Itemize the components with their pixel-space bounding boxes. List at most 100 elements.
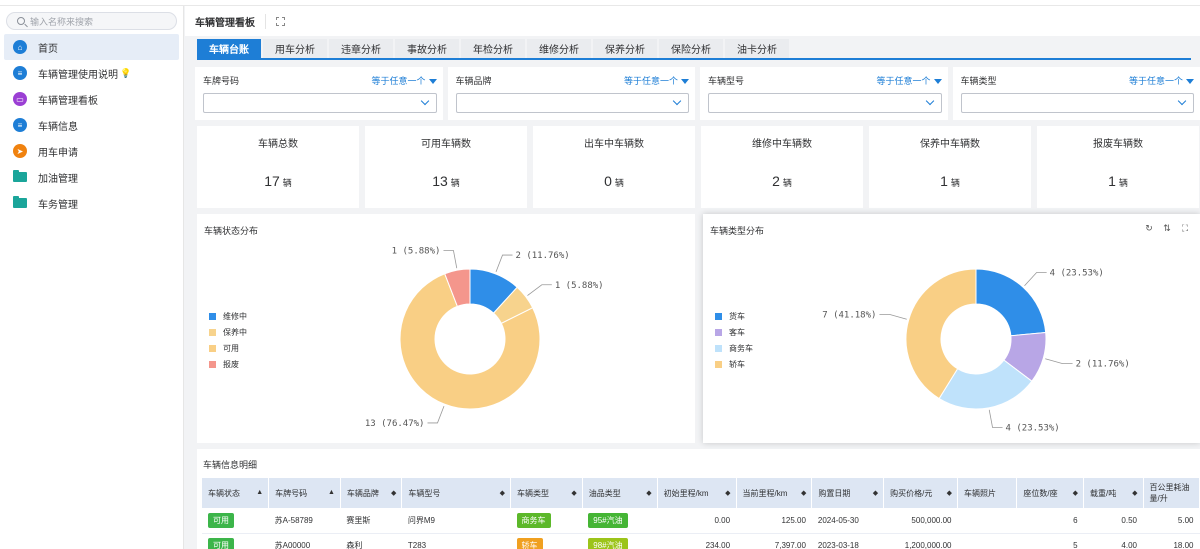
column-header[interactable]: 车牌号码 ▲	[268, 478, 341, 508]
column-header[interactable]: 百公里耗油量/升	[1143, 478, 1200, 508]
caret-down-icon	[1186, 78, 1194, 84]
sort-icon[interactable]: ◆	[391, 489, 396, 497]
tab-usage[interactable]: 用车分析	[263, 39, 327, 58]
label-leader-line	[1045, 358, 1073, 365]
sidebar-item-vehicle-affairs[interactable]: 车务管理	[0, 190, 183, 216]
tab-accident[interactable]: 事故分析	[395, 39, 459, 58]
kpi-unit: 辆	[282, 178, 292, 188]
page-title: 车辆管理看板	[195, 13, 266, 29]
column-header[interactable]: 购买价格/元 ◆	[883, 478, 958, 508]
filter-select[interactable]	[455, 93, 689, 113]
tab-insurance[interactable]: 保险分析	[659, 39, 723, 58]
folder-icon	[13, 196, 27, 208]
donut-slice-0[interactable]	[975, 268, 1047, 337]
table-cell: 6	[1016, 508, 1084, 534]
table-cell	[957, 533, 1017, 549]
sort-icon[interactable]: ◆	[500, 489, 505, 497]
tab-violation[interactable]: 违章分析	[329, 39, 393, 58]
table-cell: 0.50	[1083, 508, 1143, 534]
slice-label: 13 (76.47%)	[365, 419, 425, 429]
label-leader-line	[495, 254, 513, 273]
table-cell: 98#汽油	[582, 533, 658, 549]
slice-label: 1 (5.88%)	[555, 281, 604, 291]
tab-maintenance[interactable]: 保养分析	[593, 39, 657, 58]
search-input[interactable]: 输入名称来搜索	[6, 12, 177, 30]
sort-icon[interactable]: ◆	[801, 489, 806, 497]
column-header[interactable]: 车辆型号 ◆	[401, 478, 512, 508]
column-header[interactable]: 当前里程/km ◆	[736, 478, 813, 508]
kpi-label: 维修中车辆数	[752, 139, 812, 150]
filter-select[interactable]	[960, 93, 1194, 113]
tab-inspection[interactable]: 年检分析	[461, 39, 525, 58]
lightbulb-icon: 💡	[120, 67, 132, 78]
column-header[interactable]: 车辆类型 ◆	[510, 478, 583, 508]
sidebar-item-label: 车辆信息	[38, 121, 78, 133]
filter-operator-dropdown[interactable]: 等于任意一个	[876, 74, 942, 87]
filter-operator-dropdown[interactable]: 等于任意一个	[624, 74, 689, 87]
kpi-label: 报废车辆数	[1093, 139, 1143, 150]
column-header[interactable]: 车辆状态 ▲	[202, 478, 270, 508]
table-cell: 苏A00000	[268, 533, 341, 549]
sort-icon[interactable]: ◆	[873, 489, 878, 497]
filter-plate: 车牌号码 等于任意一个	[195, 67, 443, 120]
column-header[interactable]: 座位数/座 ◆	[1016, 478, 1085, 508]
table-title: 车辆信息明细	[203, 460, 258, 470]
kpi-value: 1	[1108, 173, 1116, 189]
column-header[interactable]: 载重/吨 ◆	[1083, 478, 1144, 508]
kpi-label: 车辆总数	[258, 139, 298, 150]
sidebar-item-dashboard[interactable]: ▭ 车辆管理看板	[0, 86, 183, 112]
type-badge: 商务车	[516, 512, 551, 528]
table-cell: 5	[1016, 533, 1084, 549]
sidebar-item-label: 用车申请	[38, 147, 78, 159]
column-header[interactable]: 车辆照片	[957, 478, 1018, 508]
type-badge: 轿车	[516, 538, 543, 549]
sort-icon[interactable]: ◆	[947, 489, 952, 497]
kpi-card-total: 车辆总数 17 辆	[197, 126, 359, 208]
table-cell: 轿车	[510, 533, 583, 549]
sidebar-item-label: 车辆管理看板	[38, 95, 98, 107]
sidebar-item-fuel[interactable]: 加油管理	[0, 164, 183, 190]
filter-select[interactable]	[708, 93, 942, 113]
type-chart-panel: 车辆类型分布 ↻ ⇅ ⛶ 货车 客车 商务车 轿车 4 (23.53%) 2 (1…	[703, 214, 1200, 443]
sidebar-item-home[interactable]: ⌂ 首页	[4, 34, 179, 60]
sort-icon[interactable]: ◆	[1073, 489, 1078, 497]
sort-icon[interactable]: ◆	[646, 489, 651, 497]
kpi-value: 13	[432, 173, 448, 189]
chevron-down-icon	[672, 96, 682, 106]
caret-down-icon	[428, 78, 437, 84]
table-cell: 问界M9	[401, 508, 511, 534]
doc-icon: ≡	[13, 118, 27, 132]
sort-icon[interactable]: ◆	[571, 489, 576, 497]
column-header[interactable]: 购置日期 ◆	[811, 478, 885, 508]
tab-repair[interactable]: 维修分析	[527, 39, 591, 58]
sort-icon[interactable]: ◆	[725, 489, 730, 497]
sidebar-item-vehicle-info[interactable]: ≡ 车辆信息	[0, 112, 183, 138]
status-badge: 可用	[208, 538, 234, 549]
sort-icon[interactable]: ◆	[1132, 489, 1137, 497]
filter-type: 车辆类型 等于任意一个	[952, 67, 1200, 120]
column-header[interactable]: 初始里程/km ◆	[657, 478, 737, 508]
table-cell: 1,200,000.00	[883, 533, 958, 549]
table-row[interactable]: 可用 苏A00000 森利 T283 轿车 98#汽油 234.00 7,397…	[202, 533, 1200, 549]
sort-icon[interactable]: ▲	[328, 489, 335, 496]
sort-icon[interactable]: ▲	[256, 489, 263, 496]
fullscreen-icon[interactable]	[276, 16, 285, 26]
tab-ledger[interactable]: 车辆台账	[197, 39, 261, 58]
filter-operator-dropdown[interactable]: 等于任意一个	[1129, 74, 1194, 87]
kpi-label: 保养中车辆数	[920, 139, 980, 150]
dashboard-icon: ▭	[13, 92, 27, 106]
sidebar-item-vehicle-request[interactable]: ➤ 用车申请	[0, 138, 183, 164]
filter-operator-dropdown[interactable]: 等于任意一个	[371, 74, 437, 87]
column-header[interactable]: 车辆品牌 ◆	[340, 478, 403, 508]
table-cell: T283	[401, 533, 511, 549]
filter-model: 车辆型号 等于任意一个	[700, 67, 948, 120]
fuel-badge: 98#汽油	[588, 538, 628, 549]
table-row[interactable]: 可用 苏A-58789 赛里斯 问界M9 商务车 95#汽油 0.00 125.…	[202, 508, 1200, 534]
table-cell: 2023-03-18	[811, 533, 884, 549]
column-header[interactable]: 油品类型 ◆	[582, 478, 658, 508]
tab-fuel-card[interactable]: 油卡分析	[725, 39, 789, 58]
kpi-card-maintenance: 保养中车辆数 1辆	[869, 126, 1031, 208]
table-cell: 500,000.00	[883, 508, 958, 534]
sidebar-item-guide[interactable]: ≡ 车辆管理使用说明 💡	[0, 60, 183, 86]
filter-select[interactable]	[203, 93, 437, 113]
